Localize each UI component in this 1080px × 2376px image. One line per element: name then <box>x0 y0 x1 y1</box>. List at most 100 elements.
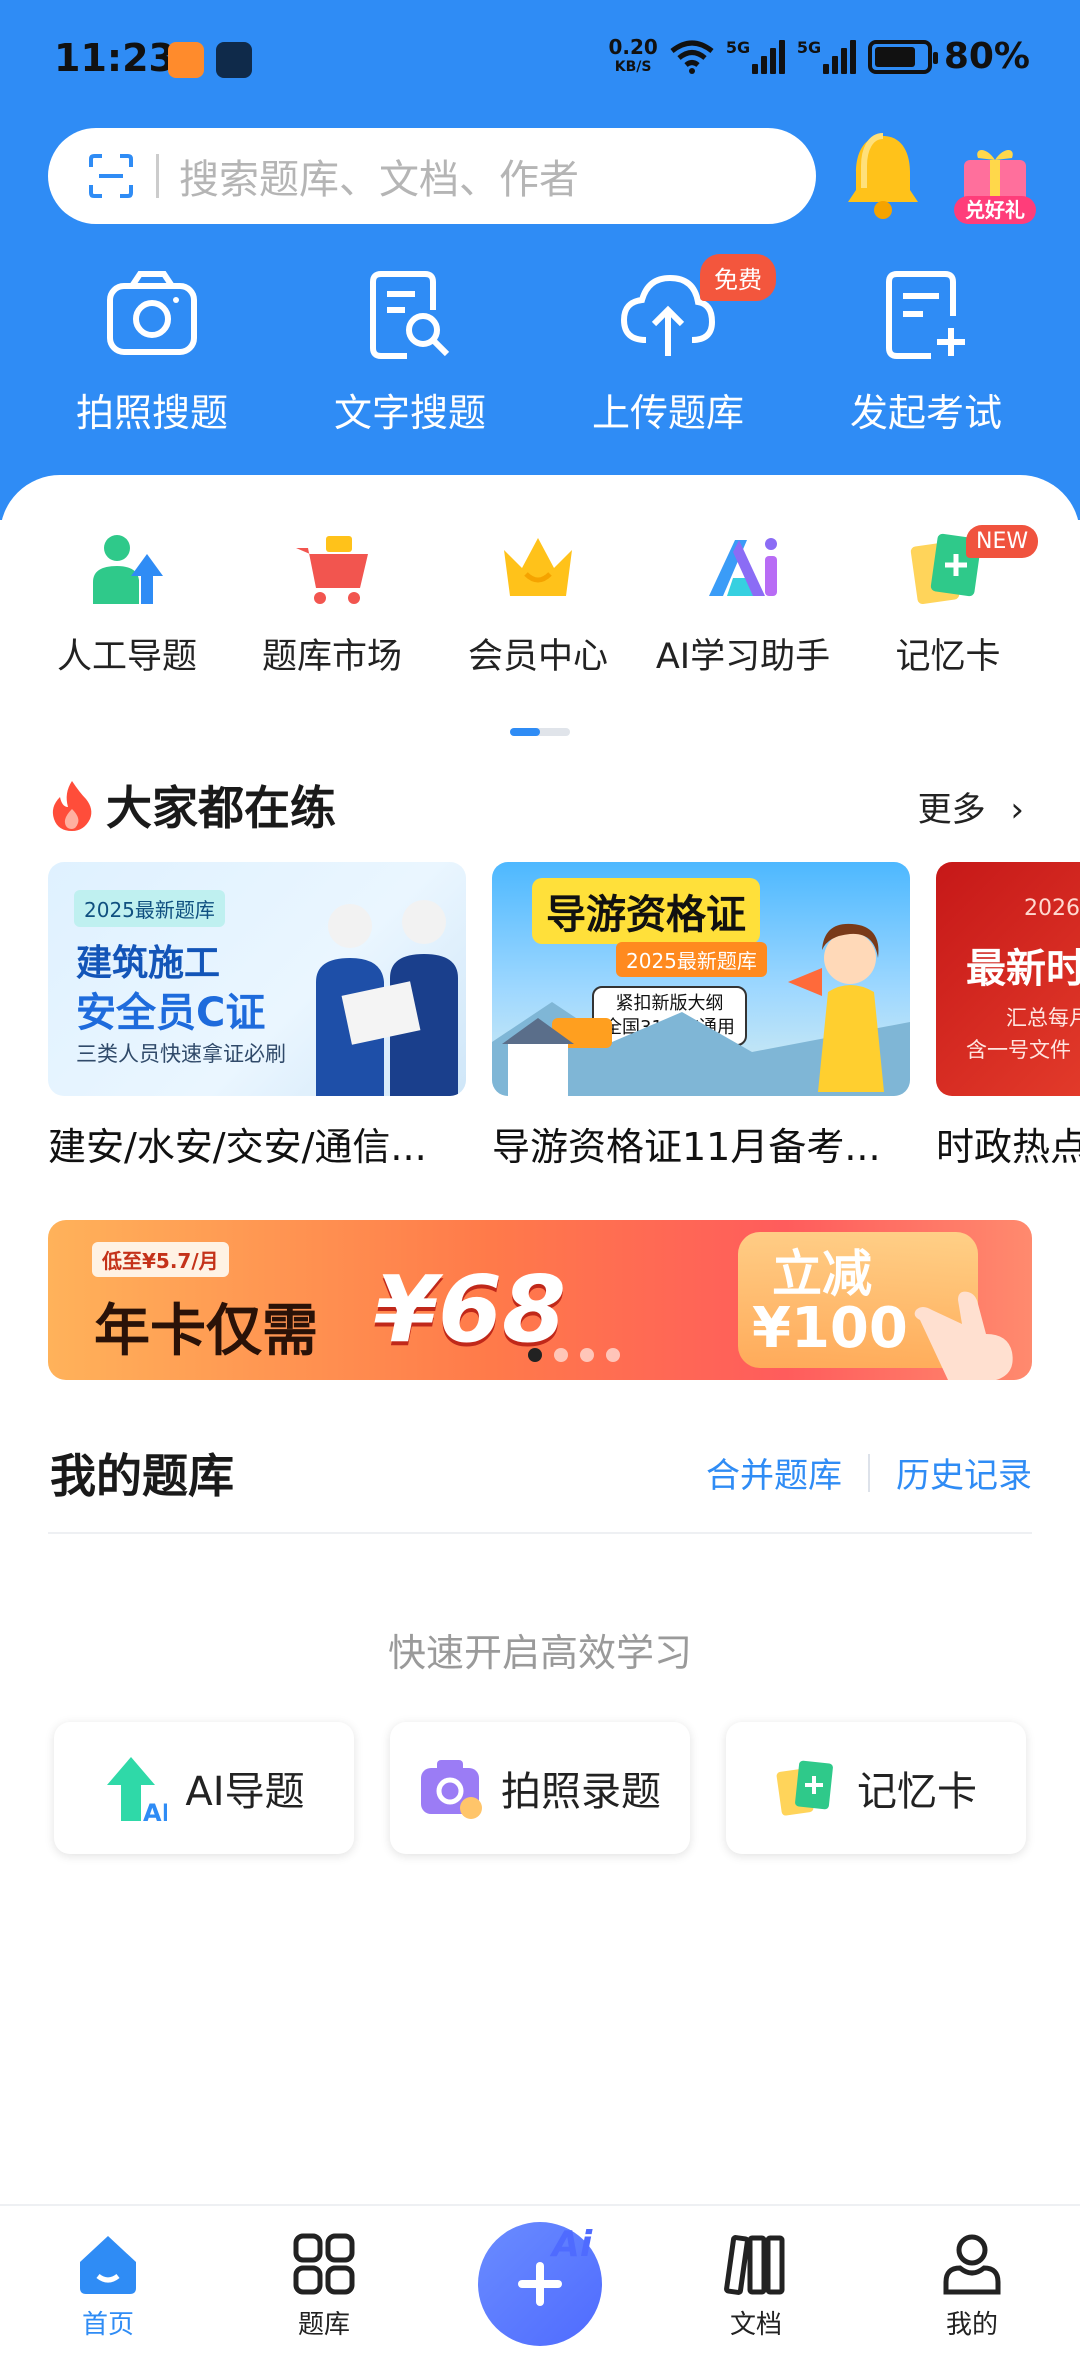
quick-ai-assistant[interactable]: AI学习助手 <box>643 530 843 679</box>
camera-icon <box>107 271 197 355</box>
battery-level: 80% <box>943 36 1030 77</box>
my-library-title: 我的题库 <box>50 1449 234 1503</box>
flashcard-button[interactable]: 记忆卡 <box>726 1722 1026 1854</box>
tab-label: 首页 <box>81 2310 134 2340</box>
section-title-popular: 大家都在练 <box>50 772 336 838</box>
course-title[interactable]: 建安/水安/交安/通信... <box>48 1116 466 1171</box>
free-badge: 免费 <box>700 254 776 301</box>
course-line: 导游资格证 <box>532 878 760 944</box>
scan-icon[interactable] <box>88 153 134 199</box>
more-link[interactable]: 更多 › <box>918 782 1024 831</box>
quick-label: 记忆卡 <box>895 637 1001 677</box>
crown-icon <box>504 538 572 596</box>
wifi-icon <box>670 40 714 74</box>
ai-logo-icon <box>709 538 777 596</box>
section-title-text: 大家都在练 <box>106 781 336 835</box>
tab-library[interactable]: 题库 <box>254 2232 394 2341</box>
search-placeholder: 搜索题库、文档、作者 <box>179 157 579 203</box>
library-links: 合并题库 历史记录 <box>706 1448 1032 1497</box>
net-speed-value: 0.20 <box>608 34 658 59</box>
cart-icon <box>296 536 368 604</box>
grid-icon <box>293 2233 355 2295</box>
books-icon <box>724 2235 785 2295</box>
tool-start-exam[interactable]: 发起考试 <box>806 270 1046 437</box>
promo-cut-amount: ¥100 <box>752 1296 908 1361</box>
tab-home[interactable]: 首页 <box>38 2232 178 2341</box>
quick-pager <box>510 728 570 736</box>
quick-label: 会员中心 <box>467 637 608 677</box>
exam-add-icon <box>886 271 965 359</box>
course-title[interactable]: 时政热点 <box>936 1116 1080 1171</box>
course-line: 三类人员快速拿证必刷 <box>76 1042 286 1066</box>
promo-main-text: 年卡仅需 <box>94 1299 318 1364</box>
merge-library-link[interactable]: 合并题库 <box>706 1448 842 1497</box>
course-line: 最新时 <box>966 946 1080 992</box>
quick-label: AI学习助手 <box>655 637 831 677</box>
history-link[interactable]: 历史记录 <box>896 1448 1032 1497</box>
course-line: 2026 <box>1024 896 1080 921</box>
ai-import-icon: AI <box>107 1757 167 1823</box>
course-tag: 2025最新题库 <box>616 942 767 977</box>
quick-library-market[interactable]: 题库市场 <box>232 530 432 679</box>
ai-import-button[interactable]: AI AI导题 <box>54 1722 354 1854</box>
app-notification-icon <box>168 42 204 78</box>
app-notification-icon <box>216 42 252 78</box>
gift-icon[interactable]: 兑好礼 <box>950 140 1040 226</box>
signal-icon: 5G <box>725 37 785 74</box>
bell-icon[interactable] <box>840 128 926 224</box>
more-label: 更多 <box>917 790 986 830</box>
signal-label: 5G <box>725 37 751 57</box>
home-icon <box>80 2236 136 2294</box>
battery-icon <box>867 39 938 74</box>
signal-icon: 5G <box>796 37 856 74</box>
course-card-construction[interactable]: 2025最新题库 建筑施工 安全员C证 三类人员快速拿证必刷 <box>48 862 466 1096</box>
divider <box>48 1532 1032 1534</box>
photo-entry-icon <box>421 1760 482 1819</box>
svg-text:AI: AI <box>143 1799 167 1823</box>
signal-label: 5G <box>796 37 822 57</box>
quick-label: 人工导题 <box>56 637 197 677</box>
guide-girl-illustration <box>788 923 884 1092</box>
course-line: 建筑施工 <box>76 943 221 984</box>
person-upload-icon <box>93 535 163 604</box>
promo-banner[interactable]: 低至¥5.7/月 年卡仅需 ¥68 立减 ¥100 <box>48 1220 1032 1380</box>
tab-label: 文档 <box>729 2310 782 2340</box>
tab-mine[interactable]: 我的 <box>902 2232 1042 2341</box>
course-tag: 2025最新题库 <box>74 890 225 927</box>
course-title[interactable]: 导游资格证11月备考... <box>492 1116 910 1171</box>
new-badge: NEW <box>966 525 1039 558</box>
tool-label: 上传题库 <box>591 391 744 435</box>
course-card-current-affairs[interactable]: 2026 最新时 汇总每月 含一号文件 <box>936 862 1080 1096</box>
quick-manual-import[interactable]: 人工导题 <box>27 530 227 679</box>
button-label: AI导题 <box>185 1769 305 1815</box>
promo-price: ¥68 <box>374 1256 567 1363</box>
pointing-hand-icon <box>914 1291 1013 1380</box>
tool-text-search[interactable]: 文字搜题 <box>290 270 530 437</box>
status-time: 11:23 <box>54 36 175 80</box>
quick-member-center[interactable]: 会员中心 <box>438 530 638 679</box>
photo-entry-button[interactable]: 拍照录题 <box>390 1722 690 1854</box>
search-separator <box>156 154 159 198</box>
gift-label: 兑好礼 <box>965 198 1025 222</box>
fab-ai-label: Ai <box>552 2224 593 2265</box>
status-bar: 11:23 0.20 KB/S 5G 5G 80% <box>0 0 1080 120</box>
tab-label: 题库 <box>297 2310 350 2340</box>
link-separator <box>868 1453 870 1492</box>
doc-search-icon <box>370 271 450 359</box>
tool-photo-search[interactable]: 拍照搜题 <box>32 270 272 437</box>
search-input[interactable]: 搜索题库、文档、作者 <box>48 128 816 224</box>
quick-label: 题库市场 <box>261 637 402 677</box>
net-speed: 0.20 KB/S <box>608 37 657 77</box>
tab-label: 我的 <box>945 2310 998 2340</box>
promo-pager <box>528 1348 620 1362</box>
course-card-tour-guide[interactable]: 导游资格证 2025最新题库 紧扣新版大纲 全国31省市通用 <box>492 862 910 1096</box>
course-line: 含一号文件 <box>966 1038 1071 1062</box>
workers-illustration <box>316 900 458 1096</box>
course-line: 安全员C证 <box>76 990 266 1036</box>
button-label: 记忆卡 <box>857 1769 977 1815</box>
status-indicators: 0.20 KB/S 5G 5G 80% <box>608 36 1030 77</box>
tab-docs[interactable]: 文档 <box>686 2232 826 2341</box>
chevron-right-icon: › <box>1010 790 1024 830</box>
gift-box-icon: 兑好礼 <box>954 150 1036 224</box>
tool-label: 文字搜题 <box>333 391 486 435</box>
